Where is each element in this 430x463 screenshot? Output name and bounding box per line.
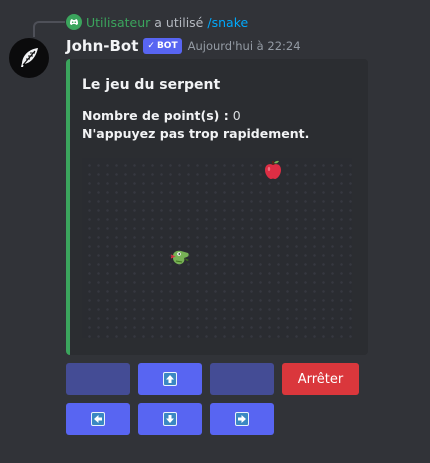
arrow-down-icon [163,412,177,426]
bot-badge: ✓ BOT [143,38,182,54]
message-timestamp: Aujourd'hui à 22:24 [187,39,301,53]
discord-logo-icon [66,14,82,30]
up-button[interactable] [138,363,202,395]
reply-connector [33,21,65,37]
discord-message: Utilisateur a utilisé /snake John-Bot ✓ … [0,0,430,463]
arrow-up-icon [163,372,177,386]
embed-title: Le jeu du serpent [82,77,221,93]
down-button[interactable] [138,403,202,435]
avatar[interactable] [9,38,49,78]
right-button[interactable] [210,403,274,435]
stop-button-label: Arrêter [297,371,344,387]
stop-button[interactable]: Arrêter [282,363,359,395]
red-apple-icon [265,160,281,179]
score-value: 0 [232,108,241,123]
empty-button-left[interactable] [66,363,130,395]
game-board [82,158,352,338]
message-header: John-Bot ✓ BOT Aujourd'hui à 22:24 [66,36,301,56]
check-icon: ✓ [147,41,155,51]
empty-button-right[interactable] [210,363,274,395]
left-button[interactable] [66,403,130,435]
author-name[interactable]: John-Bot [66,37,138,55]
score-label: Nombre de point(s) : [82,108,229,123]
arrow-right-icon [235,412,249,426]
slash-command[interactable]: /snake [207,15,248,30]
reply-reference[interactable]: Utilisateur a utilisé /snake [66,13,248,31]
reply-action-text: a utilisé [154,14,204,30]
game-embed: Le jeu du serpent Nombre de point(s) : 0… [66,59,368,355]
embed-description: Nombre de point(s) : 0 N'appuyez pas tro… [82,107,309,143]
snake-head-icon [170,250,189,265]
bot-badge-label: BOT [156,41,178,51]
reply-username[interactable]: Utilisateur [86,15,150,30]
arrow-left-icon [91,412,105,426]
warning-text: N'appuyez pas trop rapidement. [82,126,310,141]
feather-icon [21,48,38,67]
